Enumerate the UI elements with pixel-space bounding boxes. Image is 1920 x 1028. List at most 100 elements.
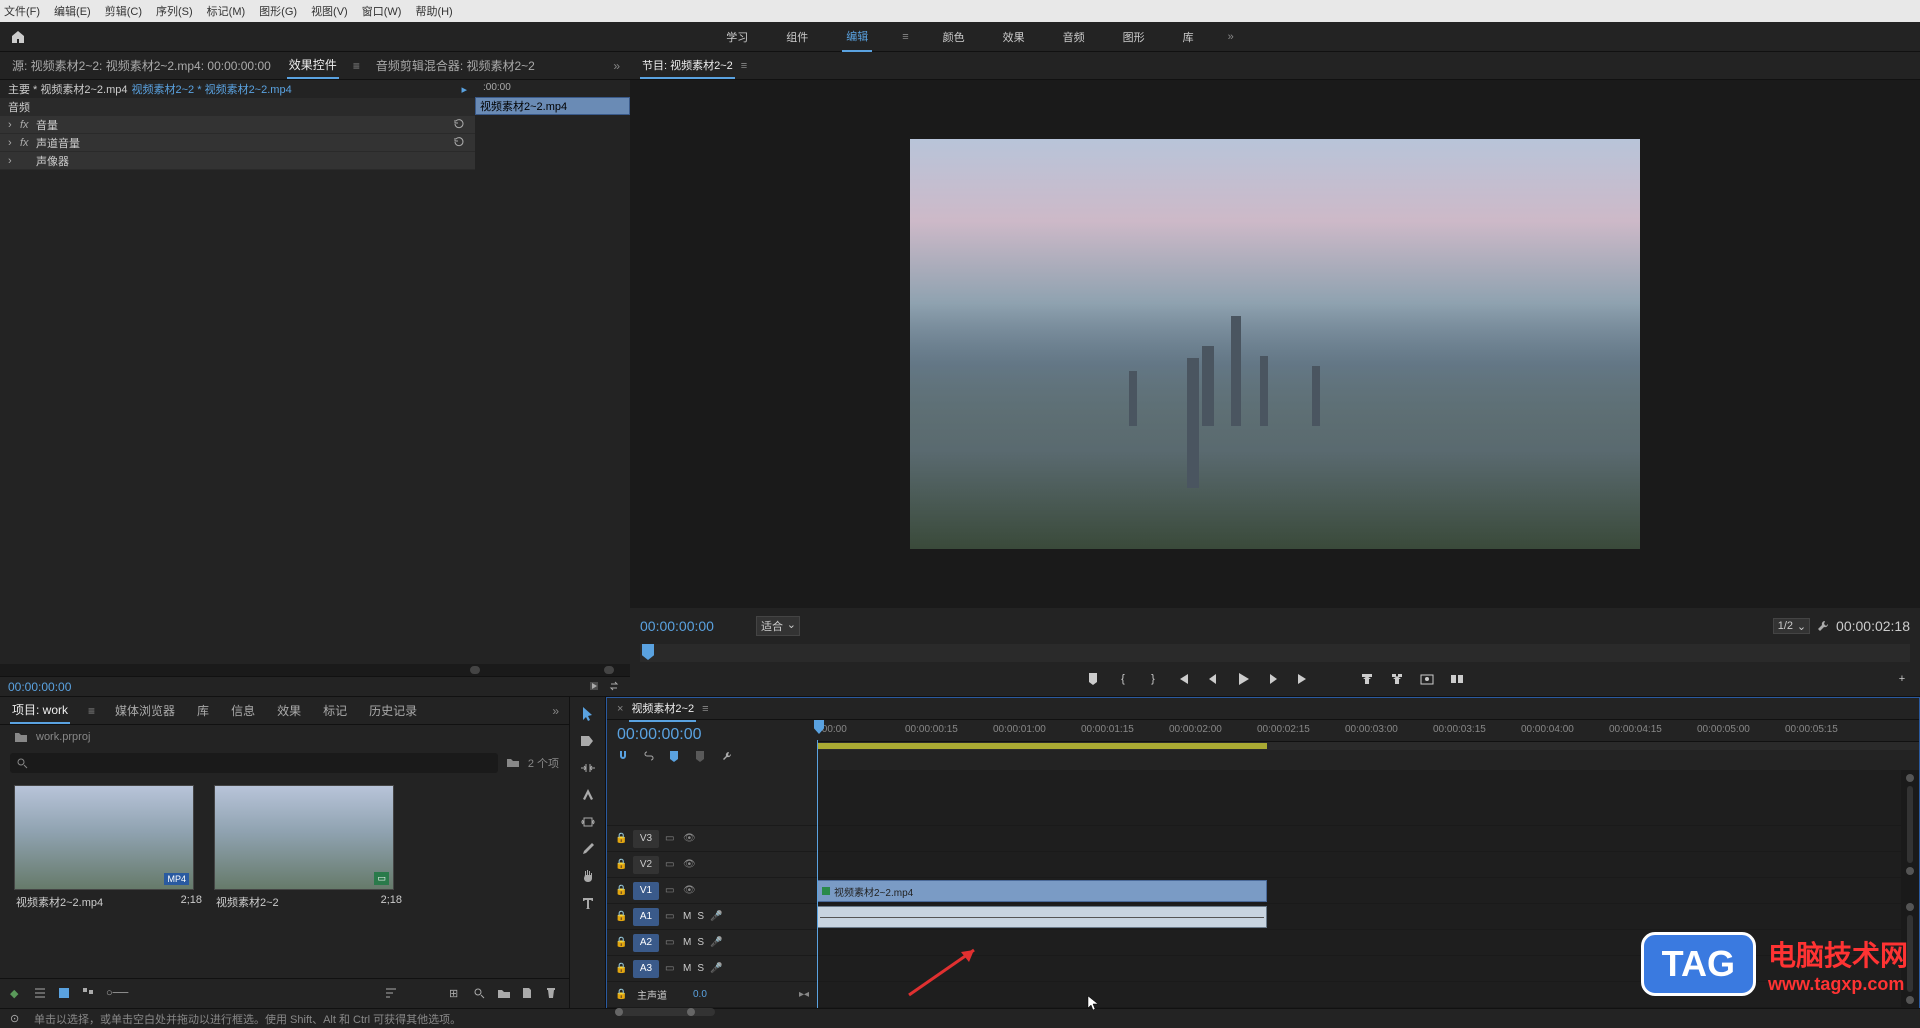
- track-header-v1[interactable]: 🔒 V1 ▭ 👁: [607, 878, 817, 904]
- track-header-v3[interactable]: 🔒 V3 ▭ 👁: [607, 826, 817, 852]
- program-ruler[interactable]: [640, 644, 1910, 662]
- close-sequence-icon[interactable]: ×: [617, 703, 623, 715]
- collapse-icon[interactable]: ▸◂: [799, 989, 809, 1000]
- clip-thumbnail[interactable]: MP4: [14, 785, 194, 890]
- solo-button[interactable]: S: [697, 963, 704, 974]
- solo-button[interactable]: S: [697, 911, 704, 922]
- ripple-edit-tool-icon[interactable]: [579, 759, 597, 777]
- menu-graphics[interactable]: 图形(G): [259, 3, 297, 19]
- step-forward-icon[interactable]: [1265, 671, 1281, 687]
- menu-help[interactable]: 帮助(H): [415, 3, 452, 19]
- fx-timecode[interactable]: 00:00:00:00: [8, 680, 71, 694]
- step-back-icon[interactable]: [1205, 671, 1221, 687]
- menu-window[interactable]: 窗口(W): [362, 3, 402, 19]
- extract-icon[interactable]: [1389, 671, 1405, 687]
- lock-icon[interactable]: 🔒: [615, 911, 627, 923]
- timeline-zoom-slider[interactable]: [615, 1008, 715, 1016]
- track-row-a1[interactable]: [817, 904, 1901, 930]
- workspace-overflow-icon[interactable]: »: [1228, 31, 1234, 43]
- program-playhead[interactable]: [642, 644, 654, 660]
- zoom-fit-select[interactable]: 适合 ⌄: [756, 616, 800, 636]
- new-item-icon[interactable]: [521, 987, 535, 1001]
- track-header-a2[interactable]: 🔒 A2 ▭ M S 🎤: [607, 930, 817, 956]
- tab-menu-icon[interactable]: ≡: [353, 59, 360, 73]
- track-label[interactable]: A3: [633, 960, 659, 978]
- hand-tool-icon[interactable]: [579, 867, 597, 885]
- toggle-output-icon[interactable]: 👁: [683, 833, 695, 845]
- track-select-tool-icon[interactable]: [579, 732, 597, 750]
- menu-clip[interactable]: 剪辑(C): [105, 3, 142, 19]
- master-volume[interactable]: 0.0: [693, 989, 707, 1000]
- toggle-sync-icon[interactable]: ▭: [665, 885, 677, 897]
- menu-edit[interactable]: 编辑(E): [54, 3, 91, 19]
- export-frame-icon[interactable]: [1419, 671, 1435, 687]
- track-label[interactable]: V3: [633, 830, 659, 848]
- track-header-a1[interactable]: 🔒 A1 ▭ M S 🎤: [607, 904, 817, 930]
- razor-tool-icon[interactable]: [579, 786, 597, 804]
- mute-button[interactable]: M: [683, 963, 691, 974]
- lock-icon[interactable]: 🔒: [615, 885, 627, 897]
- menu-marker[interactable]: 标记(M): [207, 3, 246, 19]
- mark-in-icon[interactable]: {: [1115, 671, 1131, 687]
- automate-to-sequence-icon[interactable]: ⊞: [449, 987, 463, 1001]
- tab-effect-controls[interactable]: 效果控件: [287, 52, 339, 79]
- timeline-timecode[interactable]: 00:00:00:00: [617, 726, 807, 744]
- audio-clip[interactable]: [817, 906, 1267, 928]
- delete-icon[interactable]: [545, 987, 559, 1001]
- toggle-output-icon[interactable]: 👁: [683, 885, 695, 897]
- write-lock-icon[interactable]: ◆: [10, 987, 24, 1001]
- fx-row-volume[interactable]: › fx 音量: [0, 116, 475, 134]
- menu-sequence[interactable]: 序列(S): [156, 3, 193, 19]
- sort-icon[interactable]: [385, 987, 399, 1001]
- new-bin-from-search-icon[interactable]: [506, 756, 520, 770]
- wrench-icon[interactable]: [721, 750, 735, 764]
- track-header-a3[interactable]: 🔒 A3 ▭ M S 🎤: [607, 956, 817, 982]
- goto-out-icon[interactable]: [1295, 671, 1311, 687]
- track-header-master[interactable]: 🔒 主声道 0.0 ▸◂: [607, 982, 817, 1008]
- lock-icon[interactable]: 🔒: [615, 937, 627, 949]
- toggle-sync-icon[interactable]: ▭: [665, 937, 677, 949]
- goto-in-icon[interactable]: [1175, 671, 1191, 687]
- timeline-settings-icon[interactable]: [695, 750, 709, 764]
- snap-icon[interactable]: [617, 750, 631, 764]
- toggle-sync-icon[interactable]: ▭: [665, 833, 677, 845]
- voice-over-icon[interactable]: 🎤: [710, 963, 722, 975]
- video-clip[interactable]: 视频素材2~2.mp4: [817, 880, 1267, 902]
- fx-master-header[interactable]: 主要 * 视频素材2~2.mp4 视频素材2~2 * 视频素材2~2.mp4 ▸: [0, 80, 475, 98]
- play-icon[interactable]: [1235, 671, 1251, 687]
- tab-info[interactable]: 信息: [229, 698, 257, 723]
- selection-tool-icon[interactable]: [579, 705, 597, 723]
- tabs-overflow-icon[interactable]: »: [613, 59, 620, 73]
- mute-button[interactable]: M: [683, 911, 691, 922]
- tab-menu-icon[interactable]: ≡: [88, 704, 95, 718]
- track-label[interactable]: V1: [633, 882, 659, 900]
- linked-selection-icon[interactable]: [643, 750, 657, 764]
- tab-project[interactable]: 项目: work: [10, 697, 70, 724]
- track-row-v1[interactable]: 视频素材2~2.mp4: [817, 878, 1901, 904]
- reset-icon[interactable]: [453, 118, 467, 132]
- program-viewport[interactable]: [630, 80, 1920, 608]
- lock-icon[interactable]: 🔒: [615, 833, 627, 845]
- expand-icon[interactable]: ›: [8, 155, 20, 167]
- lock-icon[interactable]: 🔒: [615, 859, 627, 871]
- project-bins[interactable]: MP4 视频素材2~2.mp42;18 ▭ 视频素材2~22;18: [0, 777, 569, 978]
- workspace-assembly[interactable]: 组件: [782, 23, 812, 51]
- toggle-sync-icon[interactable]: ▭: [665, 859, 677, 871]
- fx-master-link[interactable]: 视频素材2~2 * 视频素材2~2.mp4: [132, 81, 292, 97]
- toggle-sync-icon[interactable]: ▭: [665, 911, 677, 923]
- button-editor-icon[interactable]: +: [1894, 671, 1910, 687]
- loop-icon[interactable]: [608, 680, 622, 694]
- lift-icon[interactable]: [1359, 671, 1375, 687]
- add-marker-icon[interactable]: [1085, 671, 1101, 687]
- workspace-learn[interactable]: 学习: [722, 23, 752, 51]
- mark-out-icon[interactable]: }: [1145, 671, 1161, 687]
- toggle-output-icon[interactable]: 👁: [683, 859, 695, 871]
- program-timecode-out[interactable]: 00:00:02:18: [1836, 618, 1910, 634]
- type-tool-icon[interactable]: [579, 894, 597, 912]
- sequence-tab[interactable]: 视频素材2~2: [629, 696, 696, 722]
- wrench-icon[interactable]: [1816, 619, 1830, 633]
- track-label[interactable]: A2: [633, 934, 659, 952]
- expand-icon[interactable]: ›: [8, 137, 20, 149]
- bin-item[interactable]: MP4 视频素材2~2.mp42;18: [14, 785, 204, 914]
- work-area-bar[interactable]: [817, 742, 1919, 750]
